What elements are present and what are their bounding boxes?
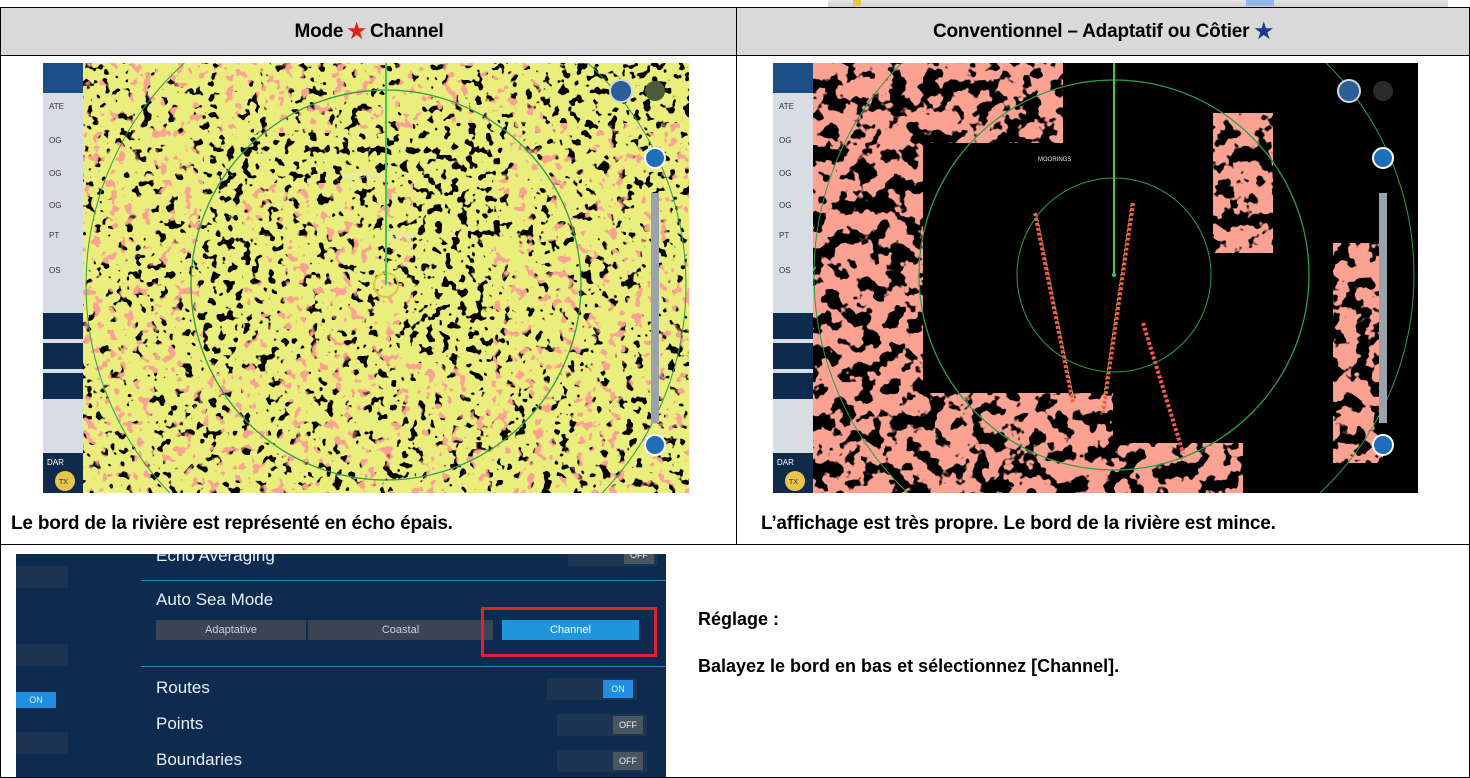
header-right-cell: Conventionnel – Adaptatif ou Côtier ★ <box>736 7 1470 56</box>
radar-channel-graphic: ATE OG OG OG PT OS DAR TX CANTERBURY MAN… <box>43 63 689 493</box>
radar-conventional-graphic: ATE OG OG OG PT OS DAR TX MOORINGS <box>773 63 1418 493</box>
channel-highlight-box <box>481 607 657 657</box>
panel-label-1: ATE <box>49 102 64 111</box>
segment-adaptative[interactable]: Adaptative <box>156 620 306 640</box>
panel-label-r4: OG <box>779 201 791 210</box>
points-toggle[interactable]: OFF <box>557 714 647 736</box>
panel-label-5: PT <box>49 231 59 240</box>
instruction-text: Balayez le bord en bas et sélectionnez [… <box>698 656 1120 676</box>
caption-left: Le bord de la rivière est représenté en … <box>11 513 453 534</box>
panel-label-r5: PT <box>779 231 789 240</box>
routes-toggle[interactable]: ON <box>547 678 637 700</box>
radar-screenshot-conventional: ATE OG OG OG PT OS DAR TX MOORINGS <box>773 63 1418 493</box>
sea-mode-settings-screenshot: ON Echo Averaging OFF Auto Sea Mode Adap… <box>16 554 666 778</box>
panel-label-3: OG <box>49 169 61 178</box>
target-label-2: MANANA <box>388 234 414 240</box>
target-label-r: MOORINGS <box>1038 157 1071 163</box>
auto-sea-mode-label: Auto Sea Mode <box>156 590 274 609</box>
panel-label-2: OG <box>49 136 61 145</box>
panel-label-r3: OG <box>779 169 791 178</box>
panel-label-r1: ATE <box>779 102 794 111</box>
header-right-text: Conventionnel – Adaptatif ou Côtier <box>933 20 1250 42</box>
dar-label-r: DAR <box>777 458 794 467</box>
routes-label: Routes <box>156 678 210 697</box>
caption-right: L’affichage est très propre. Le bord de … <box>761 513 1276 534</box>
header-left-prefix: Mode <box>294 20 344 42</box>
blue-star-icon: ★ <box>1254 20 1273 43</box>
header-left-cell: Mode ★ Channel <box>0 7 737 56</box>
panel-label-r6: OS <box>779 266 791 275</box>
instruction-title: Réglage : <box>698 609 780 629</box>
panel-label-r2: OG <box>779 136 791 145</box>
dar-label: DAR <box>47 458 64 467</box>
left-stub-on: ON <box>16 692 56 708</box>
caption-right-cell: L’affichage est très propre. Le bord de … <box>736 503 1470 545</box>
red-star-icon: ★ <box>347 20 366 43</box>
echo-averaging-toggle[interactable]: OFF <box>568 554 658 566</box>
panel-label-6: OS <box>49 266 61 275</box>
target-label-1: CANTERBURY <box>343 174 384 180</box>
boundaries-label: Boundaries <box>156 750 243 769</box>
boundaries-toggle[interactable]: OFF <box>557 750 647 772</box>
radar-screenshot-channel: ATE OG OG OG PT OS DAR TX CANTERBURY MAN… <box>43 63 689 493</box>
panel-label-4: OG <box>49 201 61 210</box>
document-table: Mode ★ Channel Conventionnel – Adaptatif… <box>0 7 1470 778</box>
points-label: Points <box>156 714 204 733</box>
caption-left-cell: Le bord de la rivière est représenté en … <box>0 503 737 545</box>
tx-label-r: TX <box>789 479 798 486</box>
header-left-suffix: Channel <box>369 20 444 42</box>
echo-averaging-label: Echo Averaging <box>156 554 275 565</box>
segment-coastal[interactable]: Coastal <box>308 620 493 640</box>
tx-label: TX <box>59 479 68 486</box>
